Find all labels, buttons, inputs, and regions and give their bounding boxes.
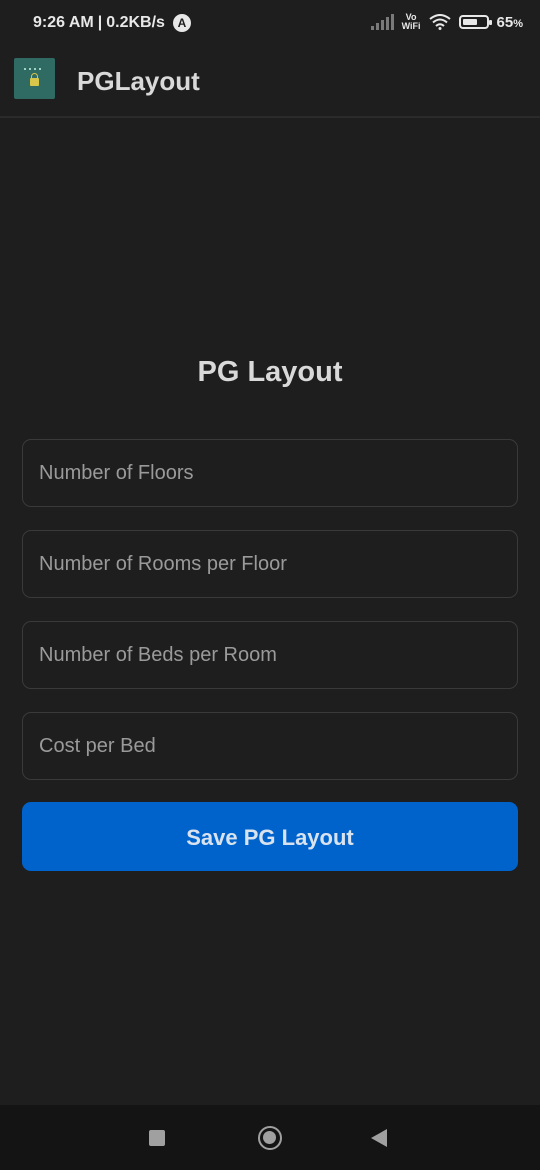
floors-field[interactable]	[22, 439, 518, 507]
home-icon[interactable]	[258, 1126, 282, 1150]
vowifi-wifi: WiFi	[401, 21, 421, 31]
signal-icon	[370, 14, 394, 30]
status-right: Vo WiFi 65%	[370, 13, 523, 31]
app-screen: 9:26 AM | 0.2KB/s A Vo WiFi 65% PGLayout…	[0, 0, 540, 1170]
recent-apps-icon[interactable]	[149, 1130, 165, 1146]
app-title: PGLayout	[77, 66, 200, 96]
navigation-badge-icon: A	[172, 14, 191, 32]
app-logo	[14, 58, 55, 99]
battery-percent: 65%	[496, 13, 523, 31]
battery-icon	[458, 15, 492, 29]
page-title: PG Layout	[197, 356, 343, 388]
floors-input[interactable]	[39, 440, 501, 506]
cost-per-bed-input[interactable]	[39, 713, 501, 779]
cost-per-bed-field[interactable]	[22, 712, 518, 780]
status-separator: |	[97, 14, 103, 31]
save-pg-layout-button[interactable]: Save PG Layout	[22, 802, 518, 871]
rooms-per-floor-input[interactable]	[39, 531, 501, 597]
app-bar: PGLayout	[0, 50, 540, 118]
rooms-per-floor-field[interactable]	[22, 530, 518, 598]
network-speed: 0.2KB/s	[106, 14, 165, 31]
battery-fill	[462, 19, 477, 25]
system-nav-bar	[0, 1105, 540, 1170]
back-icon[interactable]	[371, 1129, 387, 1147]
vowifi-icon: Vo WiFi	[402, 13, 421, 31]
beds-per-room-field[interactable]	[22, 621, 518, 689]
beds-per-room-input[interactable]	[39, 622, 501, 688]
status-left: 9:26 AM | 0.2KB/s A	[33, 14, 191, 32]
status-time: 9:26 AM	[33, 14, 94, 31]
wifi-icon	[428, 14, 451, 30]
status-bar: 9:26 AM | 0.2KB/s A Vo WiFi 65%	[0, 0, 540, 50]
